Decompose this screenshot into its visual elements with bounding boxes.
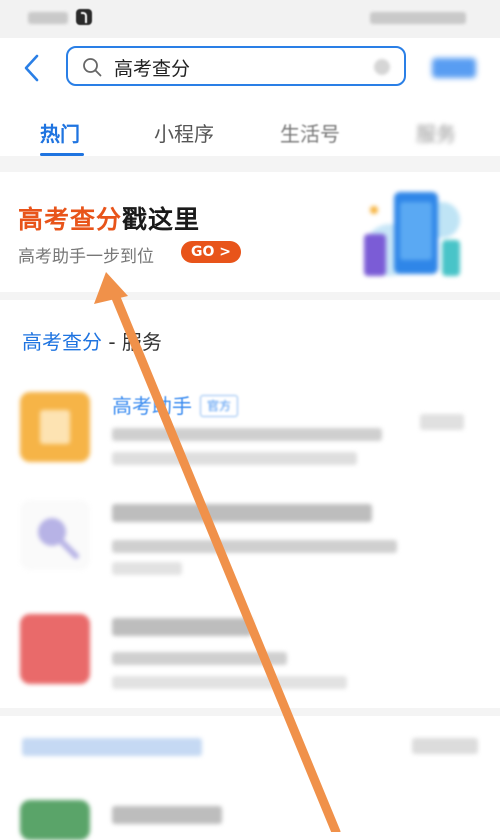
list-item-meta [112,676,347,689]
divider [0,708,500,716]
section-suffix: - 服务 [102,330,162,354]
clear-icon[interactable] [374,59,390,75]
more-link[interactable] [412,738,478,754]
signal-icon [28,12,68,24]
section-header [0,736,500,766]
list-item-name: 高考助手 [112,394,192,418]
tab-services[interactable]: 服务 [416,118,456,147]
banner-title-rest: 戳这里 [122,205,201,234]
banner-subtitle: 高考助手一步到位 [18,247,154,267]
list-item-title [112,618,252,636]
app-icon [20,392,90,462]
section-keyword: 高考查分 [22,330,102,354]
section-title-blurred [22,738,202,756]
list-item-title [112,806,222,824]
list-item[interactable] [0,500,500,610]
status-icons [370,12,466,24]
back-icon [24,54,39,82]
official-badge: 官方 [200,395,239,417]
search-icon [83,58,102,77]
promo-banner[interactable]: 高考查分戳这里 高考助手一步到位 GO > [0,172,500,292]
back-button[interactable] [20,52,44,84]
list-item-description [112,652,287,665]
search-input[interactable] [112,54,336,80]
tiktok-icon [76,9,92,25]
divider [0,156,500,172]
list-item-meta [112,562,182,575]
tab-mini-programs[interactable]: 小程序 [154,118,214,147]
banner-title-highlight: 高考查分 [18,205,123,234]
banner-title: 高考查分戳这里 [18,200,200,236]
search-button[interactable] [432,58,476,78]
go-button[interactable]: GO > [181,241,241,263]
section-title: 高考查分 - 服务 [22,326,162,355]
list-item-title [112,504,372,522]
tab-bar: 热门 小程序 生活号 服务 [0,100,500,156]
app-icon [20,500,90,570]
status-bar [0,0,500,38]
magnifier-icon [38,518,79,559]
tab-life-accounts[interactable]: 生活号 [280,118,340,147]
list-item-description [112,540,397,553]
list-item-action[interactable] [420,414,464,430]
list-item-description [112,428,382,441]
tab-hot[interactable]: 热门 [40,118,80,147]
app-icon [20,800,90,840]
search-header [0,38,500,100]
list-item-meta [112,452,357,465]
list-item[interactable] [0,800,500,840]
search-box[interactable] [66,46,406,86]
app-icon [20,614,90,684]
divider [0,292,500,300]
list-item[interactable]: 高考助手 官方 [0,392,500,502]
list-item-title: 高考助手 官方 [112,390,239,419]
banner-illustration [364,192,460,276]
